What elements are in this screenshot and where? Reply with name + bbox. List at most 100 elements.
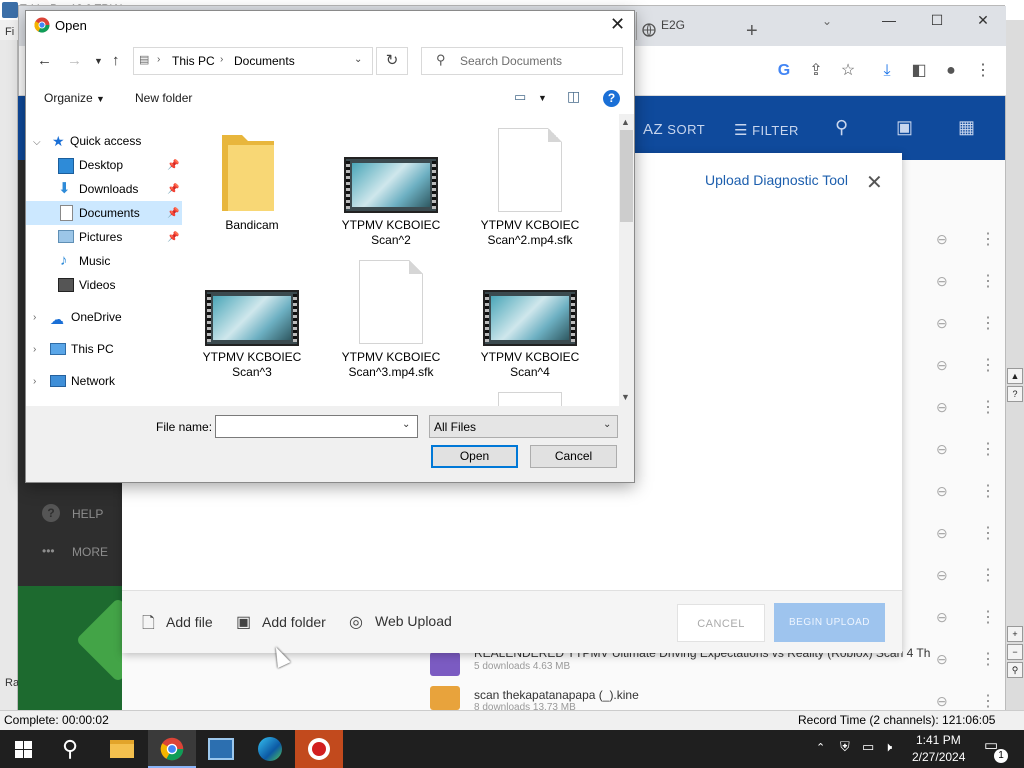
scroll-up-icon[interactable]: ▲ <box>1007 368 1023 384</box>
security-icon[interactable]: ⛨ <box>840 739 850 755</box>
google-icon[interactable]: G <box>774 61 794 81</box>
link-icon[interactable]: ⊖ <box>936 399 948 416</box>
begin-upload-button[interactable]: BEGIN UPLOAD <box>774 603 885 642</box>
file-item-bandicam[interactable]: Bandicam <box>197 218 307 233</box>
web-upload-button[interactable]: Web Upload <box>375 613 452 629</box>
add-folder-button[interactable]: Add folder <box>262 614 326 630</box>
back-arrow-icon[interactable]: ← <box>37 52 52 69</box>
file-item-scan2[interactable]: YTPMV KCBOIEC Scan^2 <box>336 218 446 248</box>
new-tab-button[interactable]: + <box>746 20 758 43</box>
add-file-button[interactable]: Add file <box>166 614 213 630</box>
plus-icon[interactable]: + <box>1007 626 1023 642</box>
file-item-scan3[interactable]: YTPMV KCBOIEC Scan^3 <box>197 350 307 380</box>
file-name-input[interactable] <box>218 418 396 435</box>
link-icon[interactable]: ⊖ <box>936 441 948 458</box>
cancel-upload-button[interactable]: CANCEL <box>677 604 765 642</box>
taskbar-recorder[interactable] <box>295 730 343 768</box>
row-menu-icon[interactable]: ⋮ <box>980 691 996 711</box>
expand-chevron-icon[interactable]: › <box>33 344 36 355</box>
minimize-icon[interactable]: — <box>874 12 904 32</box>
link-icon[interactable]: ⊖ <box>936 315 948 332</box>
open-button[interactable]: Open <box>431 445 518 468</box>
help-icon[interactable]: ? <box>603 90 620 107</box>
nav-videos[interactable]: Videos <box>79 273 159 297</box>
taskbar-video-app[interactable] <box>197 730 245 768</box>
nav-downloads[interactable]: Downloads <box>79 177 159 201</box>
organize-button[interactable]: Organize ▼ <box>44 91 105 105</box>
row-menu-icon[interactable]: ⋮ <box>980 439 996 459</box>
row-menu-icon[interactable]: ⋮ <box>980 355 996 375</box>
link-icon[interactable]: ⊖ <box>936 483 948 500</box>
link-icon[interactable]: ⊖ <box>936 651 948 668</box>
new-folder-button[interactable]: New folder <box>135 91 192 105</box>
scroll-up-arrow-icon[interactable]: ▲ <box>621 117 630 127</box>
file-item-scan4[interactable]: YTPMV KCBOIEC Scan^4 <box>475 350 585 380</box>
sidebar-item-help[interactable]: HELP <box>72 507 103 521</box>
file-item-scan3-sfk[interactable]: YTPMV KCBOIEC Scan^3.mp4.sfk <box>336 350 446 380</box>
scroll-down-arrow-icon[interactable]: ▼ <box>621 392 630 402</box>
link-icon[interactable]: ⊖ <box>936 609 948 626</box>
up-arrow-icon[interactable]: ↑ <box>112 52 120 69</box>
maximize-icon[interactable]: ☐ <box>922 12 952 32</box>
recent-locations-icon[interactable]: ▼ <box>94 56 103 66</box>
taskbar-search-button[interactable]: ⚲ <box>48 730 96 768</box>
search-icon[interactable]: ⚲ <box>835 117 849 138</box>
browser-menu-icon[interactable]: ⋮ <box>973 61 993 81</box>
taskbar-file-explorer[interactable] <box>98 730 146 768</box>
clock-date[interactable]: 2/27/2024 <box>912 750 965 764</box>
sort-button[interactable]: AZ SORT <box>643 121 705 138</box>
share-icon[interactable]: ⇪ <box>806 61 826 81</box>
profile-avatar-icon[interactable]: ● <box>941 61 961 81</box>
row-menu-icon[interactable]: ⋮ <box>980 649 996 669</box>
file-item-scan2-sfk[interactable]: YTPMV KCBOIEC Scan^2.mp4.sfk <box>475 218 585 248</box>
row-menu-icon[interactable]: ⋮ <box>980 229 996 249</box>
network-tray-icon[interactable]: ▭ <box>862 739 874 755</box>
pin-icon[interactable]: 📌 <box>167 232 179 243</box>
row-menu-icon[interactable]: ⋮ <box>980 313 996 333</box>
list-item-title[interactable]: scan thekapatanapapa (_).kine <box>474 688 639 702</box>
side-panel-icon[interactable]: ◧ <box>909 61 929 81</box>
nav-pictures[interactable]: Pictures <box>79 225 159 249</box>
breadcrumb-documents[interactable]: Documents <box>234 54 295 68</box>
pin-icon[interactable]: 📌 <box>167 208 179 219</box>
link-icon[interactable]: ⊖ <box>936 693 948 710</box>
clock-time[interactable]: 1:41 PM <box>916 733 961 747</box>
expand-chevron-icon[interactable]: › <box>33 312 36 323</box>
nav-quick-access[interactable]: Quick access <box>70 129 180 153</box>
minus-icon[interactable]: − <box>1007 644 1023 660</box>
nav-onedrive[interactable]: OneDrive <box>71 305 161 329</box>
nav-desktop[interactable]: Desktop <box>79 153 159 177</box>
download-icon[interactable]: ⤓ <box>877 61 897 81</box>
show-hidden-icons-icon[interactable]: ⌃ <box>816 741 825 754</box>
breadcrumb-this-pc[interactable]: This PC <box>172 54 215 68</box>
volume-muted-icon[interactable]: 🕨 <box>884 739 892 755</box>
nav-network[interactable]: Network <box>71 369 161 393</box>
forward-arrow-icon[interactable]: → <box>67 52 82 69</box>
row-menu-icon[interactable]: ⋮ <box>980 271 996 291</box>
file-type-select[interactable]: All Files <box>429 415 618 438</box>
dialog-close-icon[interactable]: ✕ <box>610 14 625 35</box>
link-icon[interactable]: ⊖ <box>936 273 948 290</box>
row-menu-icon[interactable]: ⋮ <box>980 523 996 543</box>
window-close-icon[interactable]: ✕ <box>968 12 998 32</box>
sidebar-item-more[interactable]: MORE <box>72 545 108 559</box>
filter-button[interactable]: ☰ FILTER <box>734 121 799 139</box>
address-dropdown-icon[interactable]: ⌄ <box>354 54 362 65</box>
refresh-icon[interactable]: ↻ <box>376 47 408 75</box>
search-input[interactable] <box>460 51 635 71</box>
scrollbar-thumb[interactable] <box>620 130 633 222</box>
view-options-icon[interactable]: ▭ <box>514 89 526 105</box>
help-small-icon[interactable]: ? <box>1007 386 1023 402</box>
pin-icon[interactable]: 📌 <box>167 184 179 195</box>
cancel-button[interactable]: Cancel <box>530 445 617 468</box>
row-menu-icon[interactable]: ⋮ <box>980 481 996 501</box>
start-button[interactable] <box>0 730 48 768</box>
row-menu-icon[interactable]: ⋮ <box>980 607 996 627</box>
taskbar-edge[interactable] <box>246 730 294 768</box>
taskbar-chrome[interactable] <box>148 730 196 768</box>
close-icon[interactable]: ✕ <box>866 170 883 195</box>
zoom-icon[interactable]: ⚲ <box>1007 662 1023 678</box>
grid-view-icon[interactable]: ▦ <box>958 117 976 138</box>
view-dropdown-icon[interactable]: ▼ <box>538 93 547 103</box>
nav-music[interactable]: Music <box>79 249 159 273</box>
